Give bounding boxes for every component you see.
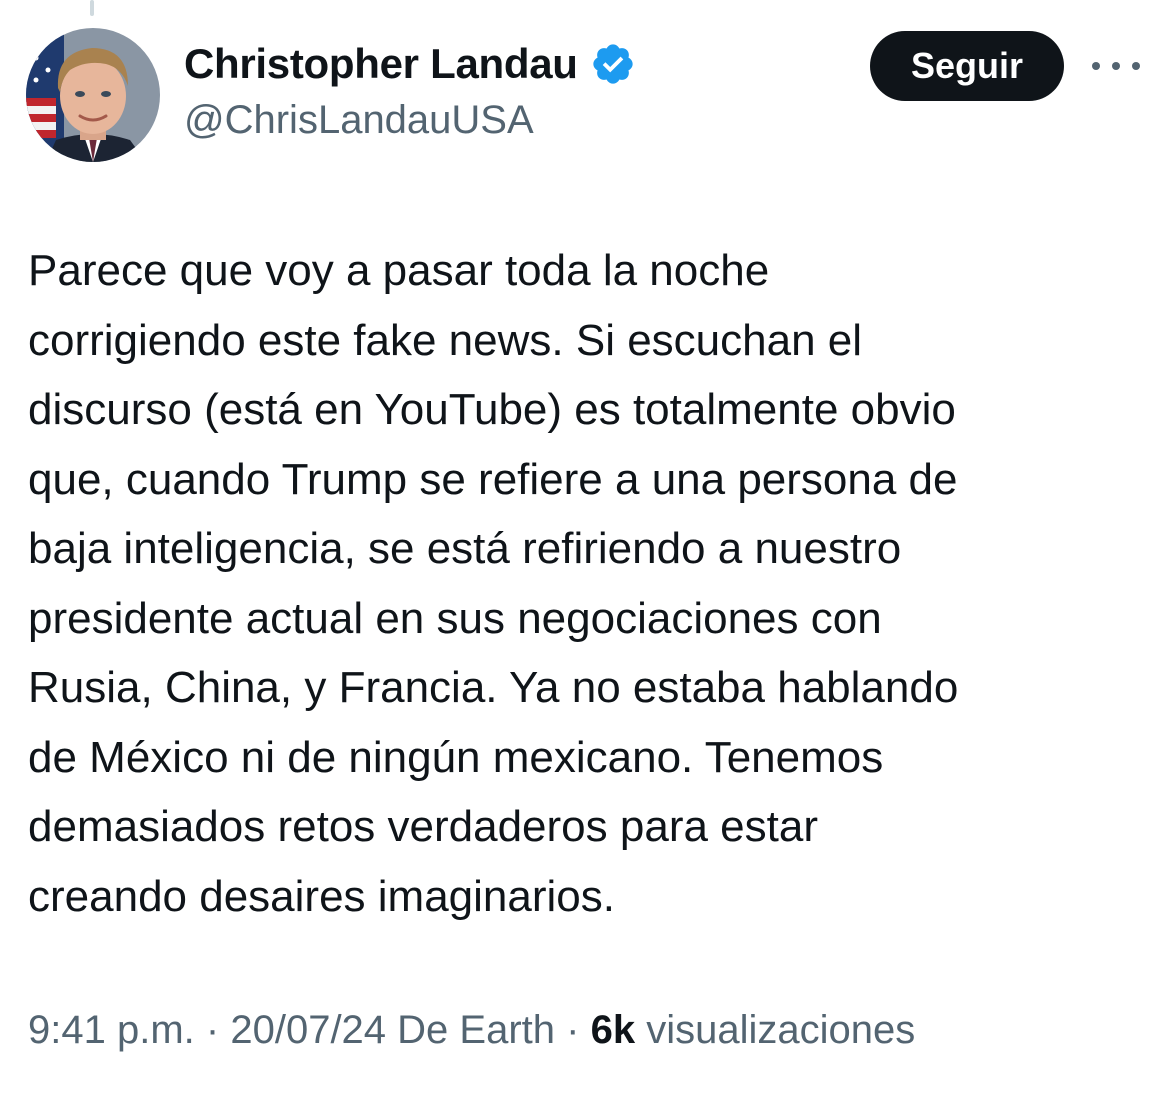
more-dot <box>1092 62 1100 70</box>
views-count: 6k <box>590 1008 636 1052</box>
author-handle[interactable]: @ChrisLandauUSA <box>184 98 534 143</box>
tweet-metadata: 9:41 p.m. · 20/07/24 De Earth · 6k visua… <box>28 1008 915 1053</box>
author-name[interactable]: Christopher Landau <box>184 40 578 88</box>
tweet-time[interactable]: 9:41 p.m. <box>28 1008 195 1052</box>
more-options-icon[interactable] <box>1092 52 1140 80</box>
more-dot <box>1132 62 1140 70</box>
thread-connector-line <box>90 0 94 16</box>
views-label: visualizaciones <box>646 1008 916 1052</box>
author-block: Christopher Landau <box>184 40 636 88</box>
tweet-text: Parece que voy a pasar toda la noche cor… <box>28 246 959 921</box>
meta-separator: · <box>566 1008 580 1052</box>
meta-separator: · <box>205 1008 220 1052</box>
tweet-source: De Earth <box>397 1008 556 1052</box>
avatar-image <box>26 28 160 162</box>
tweet-date[interactable]: 20/07/24 <box>230 1008 386 1052</box>
avatar[interactable] <box>26 28 160 162</box>
follow-button[interactable]: Seguir <box>870 31 1064 101</box>
verified-badge-icon[interactable] <box>590 41 636 87</box>
more-dot <box>1112 62 1120 70</box>
